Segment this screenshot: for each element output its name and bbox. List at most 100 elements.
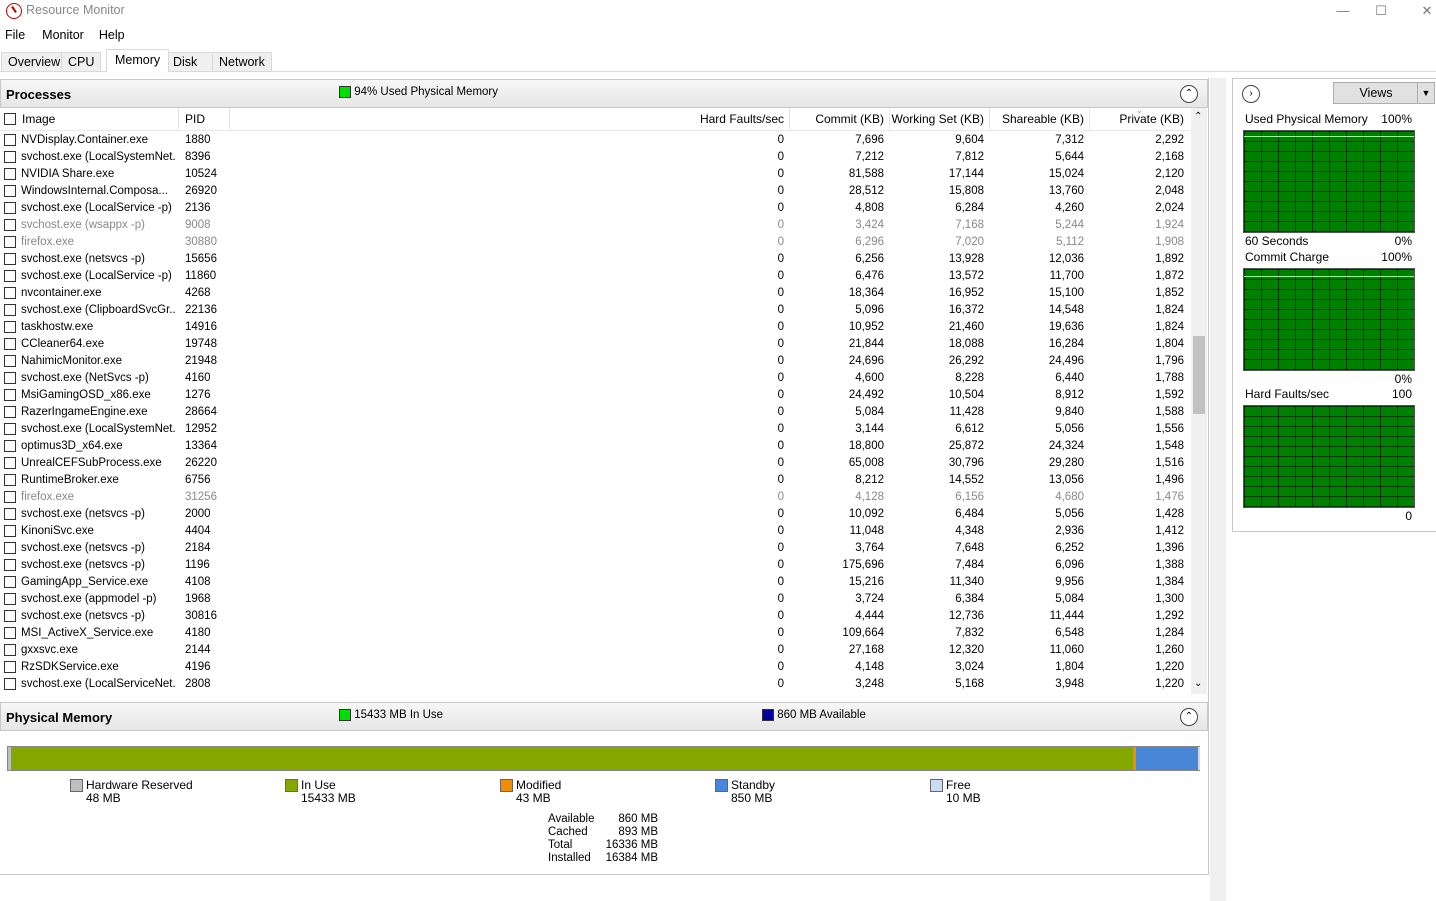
row-checkbox[interactable] xyxy=(4,644,16,656)
views-button[interactable]: Views xyxy=(1333,82,1419,104)
table-row[interactable]: UnrealCEFSubProcess.exe 26220 0 65,008 30,79… xyxy=(0,455,1190,472)
table-row[interactable]: svchost.exe (netsvcs -p) 2000 0 10,092 6,484… xyxy=(0,506,1190,523)
menu-file[interactable]: File xyxy=(0,26,31,44)
table-row[interactable]: svchost.exe (wsappx -p) 9008 0 3,424 7,168 5,… xyxy=(0,217,1190,234)
commit-cell: 5,096 xyxy=(855,304,884,316)
table-row[interactable]: svchost.exe (LocalSystemNet... 12952 0 3,14… xyxy=(0,421,1190,438)
tab-disk[interactable]: Disk xyxy=(166,52,214,71)
column-pid[interactable]: PID xyxy=(185,112,205,126)
row-checkbox[interactable] xyxy=(4,372,16,384)
pid-cell: 26920 xyxy=(185,185,217,197)
row-checkbox[interactable] xyxy=(4,321,16,333)
table-row[interactable]: taskhostw.exe 14916 0 10,952 21,460 19,636 1,8… xyxy=(0,319,1190,336)
row-checkbox[interactable] xyxy=(4,134,16,146)
row-checkbox[interactable] xyxy=(4,406,16,418)
working-set-cell: 26,292 xyxy=(948,355,984,367)
private-cell: 1,592 xyxy=(1155,389,1184,401)
table-row[interactable]: svchost.exe (LocalServiceNet... 2808 0 3,24… xyxy=(0,676,1190,693)
row-checkbox[interactable] xyxy=(4,457,16,469)
table-row[interactable]: svchost.exe (NetSvcs -p) 4160 0 4,600 8,228 6… xyxy=(0,370,1190,387)
collapse-physical-memory-button[interactable]: ⌃ xyxy=(1180,708,1198,726)
column-image[interactable]: Image xyxy=(22,112,55,126)
column-hard-faults[interactable]: Hard Faults/sec xyxy=(600,112,784,126)
tab-cpu[interactable]: CPU xyxy=(61,52,102,71)
row-checkbox[interactable] xyxy=(4,508,16,520)
select-all-checkbox[interactable] xyxy=(4,113,16,125)
table-row[interactable]: KinoniSvc.exe 4404 0 11,048 4,348 2,936 1,412 xyxy=(0,523,1190,540)
row-checkbox[interactable] xyxy=(4,678,16,690)
collapse-processes-button[interactable]: ⌃ xyxy=(1180,85,1198,103)
table-row[interactable]: NVDisplay.Container.exe 1880 0 7,696 9,604 7,… xyxy=(0,132,1190,149)
table-row[interactable]: GamingApp_Service.exe 4108 0 15,216 11,340 9,… xyxy=(0,574,1190,591)
table-row[interactable]: optimus3D_x64.exe 13364 0 18,800 25,872 24,32… xyxy=(0,438,1190,455)
tab-memory[interactable]: Memory xyxy=(106,49,170,72)
table-row[interactable]: svchost.exe (LocalSystemNet... 8396 0 7,212… xyxy=(0,149,1190,166)
row-checkbox[interactable] xyxy=(4,525,16,537)
row-checkbox[interactable] xyxy=(4,355,16,367)
row-checkbox[interactable] xyxy=(4,576,16,588)
row-checkbox[interactable] xyxy=(4,627,16,639)
image-cell: svchost.exe (netsvcs -p) xyxy=(21,508,145,520)
row-checkbox[interactable] xyxy=(4,287,16,299)
table-row[interactable]: nvcontainer.exe 4268 0 18,364 16,952 15,100 1,… xyxy=(0,285,1190,302)
row-checkbox[interactable] xyxy=(4,202,16,214)
pane-splitter[interactable] xyxy=(1210,78,1226,901)
table-row[interactable]: svchost.exe (netsvcs -p) 30816 0 4,444 12,73… xyxy=(0,608,1190,625)
row-checkbox[interactable] xyxy=(4,423,16,435)
menu-help[interactable]: Help xyxy=(94,26,131,44)
table-row[interactable]: svchost.exe (netsvcs -p) 15656 0 6,256 13,92… xyxy=(0,251,1190,268)
table-row[interactable]: MsiGamingOSD_x86.exe 1276 0 24,492 10,504 8,9… xyxy=(0,387,1190,404)
row-checkbox[interactable] xyxy=(4,270,16,282)
row-checkbox[interactable] xyxy=(4,610,16,622)
table-row[interactable]: svchost.exe (appmodel -p) 1968 0 3,724 6,384… xyxy=(0,591,1190,608)
processes-header[interactable]: Processes 94% Used Physical Memory ⌃ xyxy=(0,79,1208,108)
scroll-thumb[interactable] xyxy=(1193,336,1205,414)
row-checkbox[interactable] xyxy=(4,474,16,486)
row-checkbox[interactable] xyxy=(4,236,16,248)
table-row[interactable]: WindowsInternal.Composa... 26920 0 28,512 15… xyxy=(0,183,1190,200)
table-row[interactable]: CCleaner64.exe 19748 0 21,844 18,088 16,284 1,… xyxy=(0,336,1190,353)
table-row[interactable]: svchost.exe (LocalService -p) 11860 0 6,476… xyxy=(0,268,1190,285)
row-checkbox[interactable] xyxy=(4,593,16,605)
table-row[interactable]: firefox.exe 31256 0 4,128 6,156 4,680 1,476 xyxy=(0,489,1190,506)
column-commit[interactable]: Commit (KB) xyxy=(790,112,884,126)
scroll-up-icon[interactable]: ⌃ xyxy=(1194,111,1202,122)
row-checkbox[interactable] xyxy=(4,491,16,503)
column-shareable[interactable]: Shareable (KB) xyxy=(990,112,1084,126)
views-dropdown-icon[interactable]: ▼ xyxy=(1417,82,1435,104)
row-checkbox[interactable] xyxy=(4,304,16,316)
expand-graphs-button[interactable]: › xyxy=(1242,85,1260,103)
row-checkbox[interactable] xyxy=(4,219,16,231)
tab-network[interactable]: Network xyxy=(212,52,272,71)
row-checkbox[interactable] xyxy=(4,542,16,554)
row-checkbox[interactable] xyxy=(4,185,16,197)
table-row[interactable]: svchost.exe (netsvcs -p) 2184 0 3,764 7,648 6… xyxy=(0,540,1190,557)
row-checkbox[interactable] xyxy=(4,168,16,180)
row-checkbox[interactable] xyxy=(4,389,16,401)
table-row[interactable]: svchost.exe (ClipboardSvcGr... 22136 0 5,09… xyxy=(0,302,1190,319)
table-row[interactable]: NVIDIA Share.exe 10524 0 81,588 17,144 15,024… xyxy=(0,166,1190,183)
menu-monitor[interactable]: Monitor xyxy=(37,26,90,44)
table-row[interactable]: MSI_ActiveX_Service.exe 4180 0 109,664 7,832… xyxy=(0,625,1190,642)
processes-scrollbar[interactable]: ⌃ ⌄ xyxy=(1191,108,1207,694)
row-checkbox[interactable] xyxy=(4,440,16,452)
scroll-down-icon[interactable]: ⌄ xyxy=(1194,678,1202,689)
table-row[interactable]: gxxsvc.exe 2144 0 27,168 12,320 11,060 1,260 xyxy=(0,642,1190,659)
close-button[interactable]: ✕ xyxy=(1404,0,1436,22)
table-row[interactable]: svchost.exe (netsvcs -p) 1196 0 175,696 7,48… xyxy=(0,557,1190,574)
table-row[interactable]: firefox.exe 30880 0 6,296 7,020 5,112 1,908 xyxy=(0,234,1190,251)
physical-memory-header[interactable]: Physical Memory 15433 MB In Use 860 MB A… xyxy=(0,702,1208,731)
row-checkbox[interactable] xyxy=(4,661,16,673)
row-checkbox[interactable] xyxy=(4,559,16,571)
tab-overview[interactable]: Overview xyxy=(1,52,68,71)
table-row[interactable]: svchost.exe (LocalService -p) 2136 0 4,808 6… xyxy=(0,200,1190,217)
table-row[interactable]: NahimicMonitor.exe 21948 0 24,696 26,292 24,4… xyxy=(0,353,1190,370)
table-row[interactable]: RuntimeBroker.exe 6756 0 8,212 14,552 13,056 1… xyxy=(0,472,1190,489)
row-checkbox[interactable] xyxy=(4,151,16,163)
column-working-set[interactable]: Working Set (KB) xyxy=(890,112,984,126)
table-row[interactable]: RazerIngameEngine.exe 28664 0 5,084 11,428 9,… xyxy=(0,404,1190,421)
row-checkbox[interactable] xyxy=(4,338,16,350)
table-row[interactable]: RzSDKService.exe 4196 0 4,148 3,024 1,804 1,22… xyxy=(0,659,1190,676)
maximize-button[interactable]: ☐ xyxy=(1358,0,1404,22)
row-checkbox[interactable] xyxy=(4,253,16,265)
